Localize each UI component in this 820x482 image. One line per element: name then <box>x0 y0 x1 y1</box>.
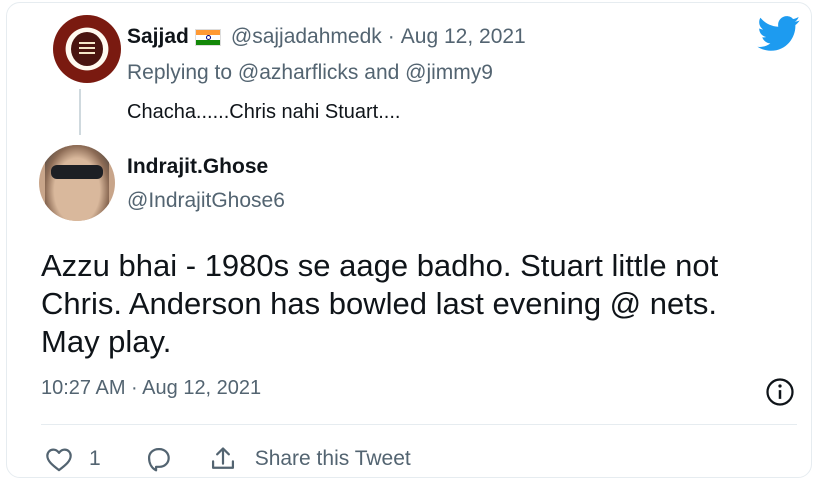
reply-action[interactable] <box>145 445 173 473</box>
main-tweet-text: Azzu bhai - 1980s se aage badho. Stuart … <box>41 248 719 359</box>
main-author-name[interactable]: Indrajit.Ghose <box>127 155 268 179</box>
india-flag-icon <box>194 28 221 46</box>
thread-connector-line <box>79 89 81 135</box>
share-icon[interactable] <box>209 445 237 473</box>
meta-separator: · <box>387 25 395 48</box>
replying-to-prefix: Replying to <box>127 61 233 84</box>
mention-link[interactable]: @jimmy9 <box>405 61 493 84</box>
mention-link[interactable]: @azharflicks <box>238 61 359 84</box>
info-icon[interactable] <box>765 377 795 407</box>
tweet-card: Sajjad @sajjadahmedk · Aug 12, 2021 Repl… <box>6 2 812 478</box>
avatar-sajjad[interactable] <box>53 15 121 83</box>
parent-tweet-date[interactable]: Aug 12, 2021 <box>401 25 526 49</box>
reply-bubble-icon[interactable] <box>145 445 173 473</box>
share-label[interactable]: Share this Tweet <box>255 447 411 471</box>
parent-tweet-text: Chacha......Chris nahi Stuart.... <box>127 101 401 123</box>
heart-icon[interactable] <box>45 446 73 472</box>
tweet-timestamp[interactable]: 10:27 AM · Aug 12, 2021 <box>41 377 261 400</box>
parent-author-name[interactable]: Sajjad <box>127 25 189 49</box>
twitter-bird-icon[interactable] <box>757 16 801 52</box>
tweet-actions: 1 Share this Tweet <box>45 443 411 475</box>
like-count: 1 <box>89 447 101 470</box>
share-action[interactable]: Share this Tweet <box>209 445 411 473</box>
main-author-handle[interactable]: @IndrajitGhose6 <box>127 189 285 213</box>
replying-to-line: Replying to @azharflicks and @jimmy9 <box>127 61 493 85</box>
avatar-indrajit[interactable] <box>39 145 115 221</box>
parent-author-handle[interactable]: @sajjadahmedk <box>231 25 382 49</box>
parent-author-row: Sajjad @sajjadahmedk · Aug 12, 2021 <box>127 23 526 51</box>
divider <box>41 424 797 425</box>
like-action[interactable]: 1 <box>45 446 101 472</box>
replying-to-joiner: and <box>364 61 400 84</box>
